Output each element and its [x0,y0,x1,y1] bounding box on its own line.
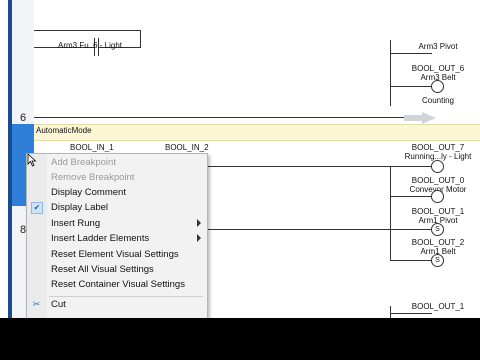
coil-description: Counting [421,96,455,105]
output-branch-line [390,306,391,318]
rung-gutter-top[interactable] [12,0,34,124]
output-wire [390,86,432,87]
menu-item-insert-ladder-elements[interactable]: Insert Ladder Elements [27,231,207,246]
output-branch-line [390,40,391,106]
ladder-editor: Arm3 Fu..6 - Light Arm3 Pivot BOOL_OUT_6… [0,0,480,318]
menu-item-label: Remove Breakpoint [51,172,135,183]
output-branch-line [390,166,391,260]
coil-tag: BOOL_OUT_2 [411,238,465,247]
menu-item-add-breakpoint[interactable]: Add Breakpoint [27,155,207,170]
coil-tag: BOOL_OUT_1 [411,207,465,216]
menu-item-label: Insert Rung [51,218,101,229]
menu-item-label: Reset All Visual Settings [51,264,154,275]
rung-6-wire [34,117,406,118]
coil-symbol[interactable] [431,190,444,203]
jump-arrow-icon [422,112,436,124]
coil-tag: BOOL_OUT_7 [411,143,465,152]
coil-description: Arm3 Pivot [418,42,458,51]
menu-item-label: Reset Element Visual Settings [51,249,179,260]
set-coil-symbol[interactable]: S [431,223,444,236]
coil-tag: BOOL_OUT_0 [411,176,465,185]
rung-number: 6 [20,112,27,124]
contact-description: Arm3 Fu..6 - Light [58,41,123,50]
output-wire [390,229,432,230]
output-wire [390,53,432,54]
scissors-icon: ✂ [32,299,41,309]
submenu-arrow-icon [197,219,201,227]
menu-item-cut[interactable]: ✂ Cut [27,297,207,312]
menu-item-label: Display Label [51,202,109,213]
output-wire [390,313,432,314]
menu-item-insert-rung[interactable]: Insert Rung [27,216,207,231]
menu-item-display-comment[interactable]: Display Comment [27,185,207,200]
mode-label: AutomaticMode [36,126,92,135]
menu-item-label: Add Breakpoint [51,157,116,168]
menu-item-label: Cut [51,299,66,310]
menu-item-label: Reset Container Visual Settings [51,279,185,290]
menu-item-reset-all-visual-settings[interactable]: Reset All Visual Settings [27,262,207,277]
checkmark-icon: ✔ [31,202,43,214]
menu-item-label: Display Comment [51,187,126,198]
coil-symbol[interactable] [431,160,444,173]
menu-item-remove-breakpoint[interactable]: Remove Breakpoint [27,170,207,185]
top-rung-box [140,30,141,48]
mode-header [34,124,480,141]
contact-tag: BOOL_IN_2 [165,143,209,152]
menu-item-label: Insert Ladder Elements [51,233,150,244]
jump-arrow [404,115,424,121]
contact-tag: BOOL_IN_1 [70,143,114,152]
coil-tag: BOOL_OUT_1 [411,302,465,311]
coil-tag: BOOL_OUT_6 [411,64,465,73]
top-rung-box [34,30,140,31]
coil-symbol[interactable] [431,80,444,93]
set-coil-symbol[interactable]: S [431,254,444,267]
mouse-cursor-icon [27,153,37,167]
rung-8-wire [206,229,390,230]
menu-item-reset-element-visual-settings[interactable]: Reset Element Visual Settings [27,247,207,262]
menu-item-reset-container-visual-settings[interactable]: Reset Container Visual Settings [27,277,207,292]
output-wire [390,196,432,197]
rung-7-wire [206,166,432,167]
output-wire [390,260,432,261]
context-menu: Add Breakpoint Remove Breakpoint Display… [26,153,208,318]
submenu-arrow-icon [197,234,201,242]
menu-item-display-label[interactable]: ✔ Display Label [27,200,207,215]
